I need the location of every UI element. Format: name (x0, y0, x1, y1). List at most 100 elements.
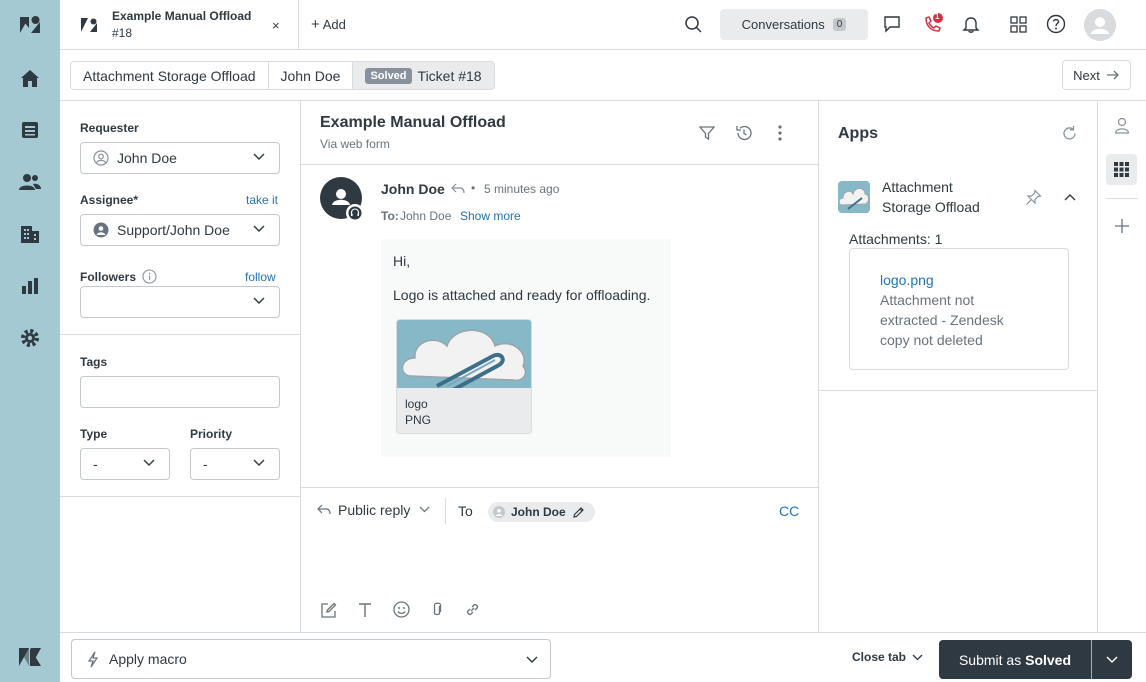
chevron-up-icon[interactable] (1064, 193, 1076, 201)
breadcrumb-organization[interactable]: Attachment Storage Offload (71, 62, 269, 89)
customer-context-icon[interactable] (1114, 117, 1130, 134)
ticket-footer: Apply macro Close tab Submit as Solved (60, 632, 1146, 682)
reply-arrow-icon (451, 182, 465, 194)
context-rail (1098, 101, 1146, 632)
help-icon[interactable] (1046, 14, 1066, 34)
assignee-value: Support/John Doe (117, 222, 230, 238)
emoji-icon[interactable] (393, 601, 410, 618)
conversations-button[interactable]: Conversations 0 (720, 9, 868, 40)
priority-label: Priority (190, 427, 233, 441)
pin-icon[interactable] (1025, 189, 1042, 206)
requester-select[interactable]: John Doe (80, 142, 280, 174)
link-icon[interactable] (464, 601, 481, 618)
notifications-bell-icon[interactable] (962, 15, 980, 33)
close-tab-dropdown[interactable]: Close tab (852, 650, 923, 664)
refresh-icon[interactable] (1061, 125, 1078, 142)
add-app-plus-icon[interactable] (1114, 218, 1130, 234)
submit-options-button[interactable] (1092, 640, 1132, 679)
status-badge: Solved (365, 67, 412, 84)
cc-link[interactable]: CC (779, 503, 799, 519)
followers-select[interactable] (80, 286, 280, 318)
chevron-down-icon (253, 297, 265, 305)
chat-icon[interactable] (883, 15, 901, 33)
left-nav (0, 0, 60, 682)
show-more-link[interactable]: Show more (460, 209, 521, 223)
apply-macro-label: Apply macro (109, 651, 187, 667)
take-it-link[interactable]: take it (246, 193, 278, 207)
zendesk-product-icon[interactable] (17, 644, 43, 670)
product-tray-icon[interactable] (1010, 16, 1027, 33)
recipient-chip[interactable]: John Doe (488, 502, 595, 522)
ticket-subject[interactable]: Example Manual Offload (320, 114, 506, 132)
reporting-icon[interactable] (17, 273, 43, 299)
attachment-file-link[interactable]: logo.png (880, 272, 934, 288)
assignee-label: Assignee* (80, 193, 139, 207)
attachment-status-line2: extracted - Zendesk (880, 312, 1004, 328)
attachment-status-card: logo.png Attachment not extracted - Zend… (849, 248, 1069, 370)
tab-ticket-number: #18 (112, 26, 133, 40)
phone-icon[interactable]: 1 (922, 12, 944, 35)
attachment-status-line1: Attachment not (880, 292, 975, 308)
info-icon[interactable] (142, 269, 157, 284)
submit-button[interactable]: Submit as Solved (939, 640, 1091, 679)
author-name[interactable]: John Doe (381, 181, 445, 197)
chevron-down-icon (253, 459, 265, 467)
breadcrumb-bar: Attachment Storage Offload John Doe Solv… (60, 50, 1146, 101)
attachment-status-line3: copy not deleted (880, 332, 983, 348)
search-icon[interactable] (684, 15, 703, 34)
apps-grid-icon[interactable] (1106, 154, 1137, 185)
message-body: Logo is attached and ready for offloadin… (393, 287, 651, 303)
organizations-icon[interactable] (17, 221, 43, 247)
home-icon[interactable] (17, 65, 43, 91)
chevron-down-icon[interactable] (419, 506, 430, 513)
add-button[interactable]: + Add (311, 16, 346, 33)
follow-link[interactable]: follow (245, 270, 276, 284)
ticket-channel: Via web form (320, 137, 390, 151)
compose-icon[interactable] (320, 602, 337, 619)
next-ticket-button[interactable]: Next (1062, 60, 1131, 90)
tags-input[interactable] (80, 376, 280, 408)
to-label: To: (381, 209, 399, 223)
type-value: - (93, 456, 98, 472)
submit-prefix: Submit as (958, 651, 1026, 668)
priority-select[interactable]: - (190, 448, 280, 480)
breadcrumb-requester[interactable]: John Doe (269, 62, 354, 89)
customers-icon[interactable] (17, 169, 43, 195)
attachment-thumbnail[interactable]: logo PNG (396, 319, 532, 434)
ticket-tab[interactable]: Example Manual Offload #18 × (60, 0, 299, 50)
message-bubble: Hi, Logo is attached and ready for offlo… (381, 239, 671, 457)
close-tab-icon[interactable]: × (272, 18, 280, 33)
divider (1091, 640, 1092, 679)
more-options-icon[interactable] (778, 125, 782, 141)
divider (60, 496, 300, 497)
user-avatar[interactable] (1084, 9, 1116, 41)
reply-composer: Public reply To John Doe CC (301, 487, 818, 632)
views-icon[interactable] (17, 117, 43, 143)
submit-button-group: Submit as Solved (939, 640, 1132, 679)
admin-gear-icon[interactable] (17, 325, 43, 351)
breadcrumb: Attachment Storage Offload John Doe Solv… (70, 61, 495, 90)
conversations-count: 0 (832, 18, 847, 31)
to-recipients-label: To (458, 503, 473, 519)
close-tab-label: Close tab (852, 650, 907, 664)
apps-panel: Apps Attachment Storage Offload Attachme… (818, 101, 1098, 632)
history-icon[interactable] (735, 124, 753, 142)
assignee-select[interactable]: Support/John Doe (80, 214, 280, 246)
breadcrumb-ticket[interactable]: Solved Ticket #18 (353, 62, 494, 89)
priority-value: - (203, 456, 208, 472)
text-format-icon[interactable] (358, 602, 372, 618)
type-select[interactable]: - (80, 448, 170, 480)
chevron-down-icon (526, 656, 538, 664)
zendesk-logo-icon[interactable] (17, 12, 43, 38)
filter-icon[interactable] (699, 125, 715, 141)
attachment-type: PNG (405, 413, 432, 427)
edit-pencil-icon[interactable] (572, 506, 585, 519)
reply-mode-dropdown[interactable]: Public reply (338, 502, 410, 518)
message-time: 5 minutes ago (484, 182, 560, 196)
author-avatar[interactable] (320, 177, 364, 222)
attachment-paperclip-icon[interactable] (431, 601, 443, 618)
plus-icon: + (311, 16, 320, 33)
apply-macro-dropdown[interactable]: Apply macro (71, 639, 551, 679)
submit-status: Solved (1025, 651, 1072, 668)
apps-title: Apps (838, 125, 878, 142)
